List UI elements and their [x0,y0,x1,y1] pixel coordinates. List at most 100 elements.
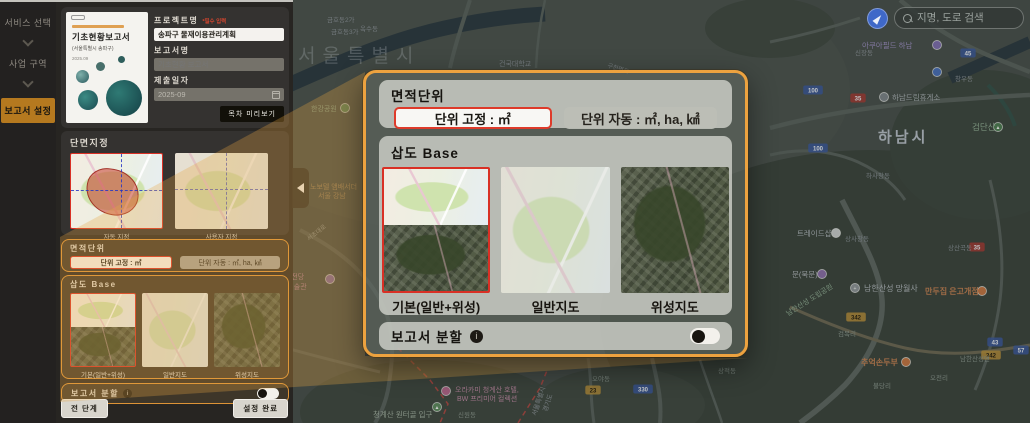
chevron-down-icon [22,35,33,46]
crosshair-h [71,190,162,191]
cover-date: 2025.09 [72,56,142,61]
plane-option-auto-thumb[interactable] [70,153,163,229]
required-note: *필수 입력 [202,17,226,25]
base-option-combo-label: 기본(일반+위성) [70,369,136,379]
sidebar-item-report-settings[interactable]: 보고서 설정 [1,98,55,123]
popup-report-split-bar: 보고서 분할 [379,322,732,350]
map-label: 서울특별시 [298,45,420,67]
info-icon[interactable] [123,389,132,398]
svg-text:35: 35 [855,96,862,102]
map-label: 검단산 [972,122,996,132]
unit-fixed-button[interactable]: 단위 고정 : ㎡ [70,256,172,269]
map-label: 하사창동 [866,171,890,180]
svg-text:45: 45 [965,51,972,57]
map-poi-icon [902,358,911,367]
report-split-label: 보고서 분할 [71,388,119,399]
popup-base-map-title: 삽도 Base [382,142,729,162]
map-label: 건국대학교 [499,59,532,68]
previous-step-button[interactable]: 전 단계 [61,399,108,418]
popup-base-option-normal-thumb[interactable] [501,167,609,293]
svg-text:100: 100 [813,146,824,152]
report-name-label: 보고서명 [154,45,189,56]
map-label: BW 프리미어 컬렉션 [457,394,517,403]
base-option-satellite-thumb[interactable] [214,293,280,367]
svg-text:▲: ▲ [996,125,1001,131]
map-label: 오라카미 청계산 호텔, [455,385,519,394]
map-search-box[interactable] [894,7,1024,29]
map-poi-icon [933,68,942,77]
map-label: 상사창동 [845,234,869,243]
map-label: 남한산성면 [960,354,990,363]
cover-art-bubble [106,80,142,116]
combo-top-map [384,169,488,225]
chevron-down-icon [22,76,33,87]
panel-collapse-handle[interactable] [292,168,309,208]
unit-auto-button[interactable]: 단위 자동 : ㎡, ha, ㎢ [180,256,280,269]
compass-button[interactable] [867,8,888,29]
toggle-knob [258,389,267,398]
svg-text:35: 35 [974,245,981,251]
search-icon [903,14,912,23]
map-poi-icon [880,93,889,102]
popup-report-split-toggle[interactable] [690,328,720,344]
map-label: 옥수동 [360,25,378,33]
map-label: 청계산 원터골 입구 [373,409,432,419]
map-label: 서울 강남 [318,191,346,200]
cover-art-bubble [76,70,89,83]
plane-option-user-thumb[interactable] [175,153,268,229]
map-label: 트레이드샵 [797,228,832,238]
combo-top-map [71,294,135,327]
base-option-normal-thumb[interactable] [142,293,208,367]
popup-unit-auto-button[interactable]: 단위 자동 : ㎡, ha, ㎢ [564,107,718,129]
chevron-left-icon [297,183,304,193]
road-shield: 35 [850,94,865,103]
project-name-input[interactable] [154,28,284,41]
map-poi-icon [978,287,987,296]
calendar-icon[interactable] [272,91,280,99]
road-shield: 342 [846,313,866,322]
popup-area-unit-section: 면적단위 단위 고정 : ㎡ 단위 자동 : ㎡, ha, ㎢ [379,80,732,128]
submit-date-label: 제출일자 [154,75,189,86]
submit-date-input[interactable] [154,88,284,101]
popup-base-option-satellite-thumb[interactable] [621,167,729,293]
cover-art-bubble [118,56,125,63]
popup-base-option-combo-label: 기본(일반+위성) [382,297,490,316]
report-split-toggle[interactable] [257,388,279,399]
svg-text:342: 342 [851,315,862,321]
map-label: 금호동2가 [327,15,355,24]
info-icon[interactable] [470,330,483,343]
magnified-settings-popup: 면적단위 단위 고정 : ㎡ 단위 자동 : ㎡, ha, ㎢ 삽도 Base … [363,70,748,357]
popup-unit-fixed-button[interactable]: 단위 고정 : ㎡ [394,107,552,129]
svg-text:100: 100 [808,88,819,94]
toc-preview-button[interactable]: 목차 미리보기 [220,106,284,122]
section-plane-title: 단면지정 [70,136,280,149]
map-label: 만두집 은고개점 [925,286,979,296]
map-label: 창우동 [955,75,973,83]
map-label: 아쿠아필드 하남 [862,40,912,50]
svg-text:57: 57 [1018,348,1025,354]
map-label: 상적동 [718,366,736,375]
sidebar-item-service[interactable]: 서비스 선택 [0,10,56,35]
map-label: 하남시 [878,129,928,146]
search-input[interactable] [917,12,1015,24]
map-poi-icon: ▲ [433,403,442,412]
svg-text:23: 23 [590,388,597,394]
report-name-input[interactable] [154,58,284,71]
base-map-card: 삽도 Base 기본(일반+위성) 일반지도 위성지도 [61,275,289,379]
map-label: 상산곡동 [948,243,972,252]
base-option-normal-label: 일반지도 [142,369,208,379]
sidebar-item-area[interactable]: 사업 구역 [0,51,56,76]
popup-base-map-section: 삽도 Base 기본(일반+위성) 일반지도 위성지도 [379,136,732,315]
finish-settings-button[interactable]: 설정 완료 [233,399,288,418]
base-option-combo-thumb[interactable] [70,293,136,367]
cover-title: 기초현황보고서 [72,31,142,43]
cover-badge [71,15,85,20]
thumb-dim-overlay [142,293,208,367]
app-window: ▲+▲ 4510010035353423424357330231 하남시검단산하… [0,0,1030,423]
road-shield: 57 [1013,346,1028,355]
section-plane-card: 단면지정 자동 지정 사용자 지정 [61,131,289,235]
thumb-dim-overlay [501,167,609,293]
popup-base-option-combo-thumb[interactable] [382,167,490,293]
svg-text:43: 43 [992,340,999,346]
map-poi-icon [933,41,942,50]
